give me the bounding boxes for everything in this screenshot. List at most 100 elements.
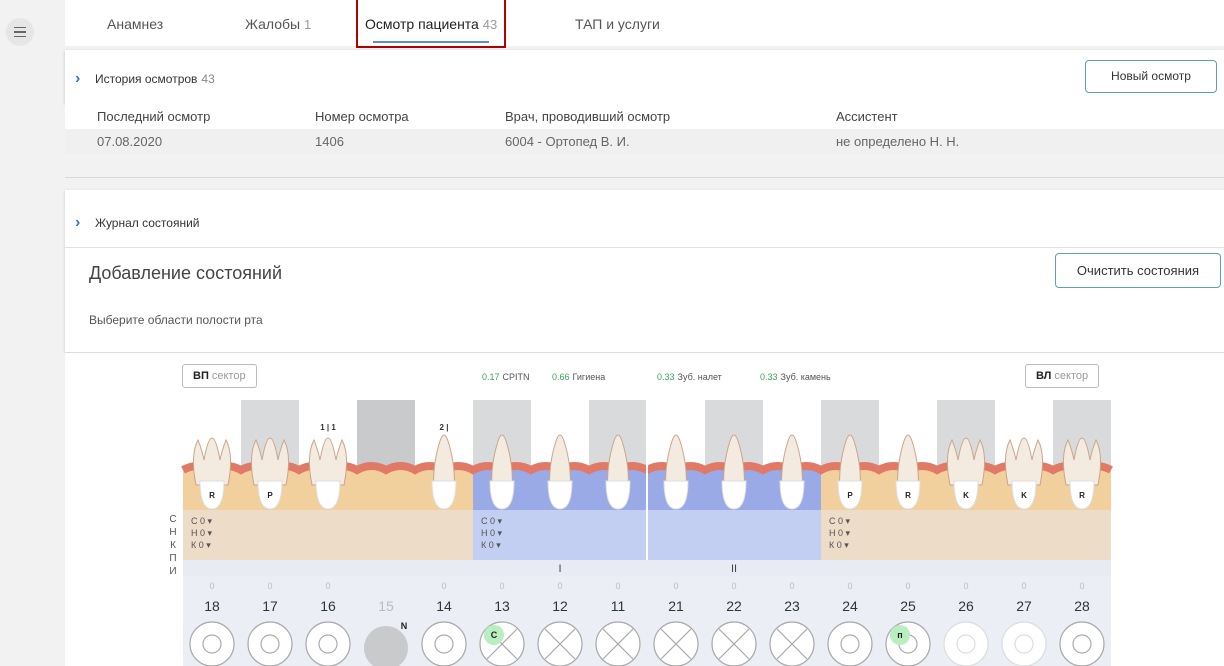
tooth-column-bg xyxy=(241,400,299,470)
status-strip xyxy=(937,510,995,560)
tooth-surface-line xyxy=(660,628,692,660)
exam-history-toggle[interactable]: › История осмотров 43 xyxy=(75,70,215,88)
status-strip xyxy=(589,510,647,560)
tooth-surface-inner xyxy=(956,634,976,654)
tooth-number: 24 xyxy=(842,598,858,614)
tooth-crown-shape xyxy=(1069,480,1095,510)
tab-complaints[interactable]: Жалобы 1 xyxy=(245,0,311,46)
tooth-surface-inner xyxy=(260,634,280,654)
tooth-index: 0 xyxy=(1021,581,1026,591)
tooth-crown-shape xyxy=(605,480,631,510)
tooth-root-shape xyxy=(665,434,687,492)
bone-strip xyxy=(473,470,531,510)
status-select: С 0 ▾ xyxy=(191,516,213,526)
tooth-surface-circle xyxy=(305,621,351,666)
metric-value: 0.33 xyxy=(760,372,778,382)
tooth-root-shape xyxy=(897,434,919,492)
upper-mark: 2 | xyxy=(440,423,449,432)
bone-strip xyxy=(589,470,647,510)
tooth-surface-line xyxy=(544,628,576,660)
root-label: P xyxy=(847,491,853,500)
status-strip xyxy=(705,510,763,560)
upper-left-sector-button[interactable]: ВЛ сектор xyxy=(1025,364,1100,388)
upper-right-sector-button[interactable]: ВП сектор xyxy=(182,364,257,388)
table-row[interactable]: 07.08.2020 1406 6004 - Ортопед В. И. не … xyxy=(65,129,1224,154)
upper-mark: 1 | 1 xyxy=(320,423,336,432)
tab-tap-services[interactable]: ТАП и услуги xyxy=(575,0,660,46)
teeth-diagram: I IIС 0 ▾Н 0 ▾К 0 ▾С 0 ▾Н 0 ▾К 0 ▾С 0 ▾Н … xyxy=(181,400,1113,666)
root-label: K xyxy=(1021,491,1027,500)
bone-strip xyxy=(299,470,357,510)
root-label: R xyxy=(905,491,911,500)
bone-strip xyxy=(763,470,821,510)
quadrant-label: II xyxy=(731,563,737,575)
new-exam-button[interactable]: Новый осмотр xyxy=(1085,60,1217,93)
status-strip xyxy=(241,510,299,560)
tooth-crown-shape xyxy=(663,480,689,510)
tooth-mark-bg xyxy=(484,625,504,645)
exam-history-title: История осмотров xyxy=(95,72,198,86)
status-strip xyxy=(357,510,415,560)
tooth-crown-shape xyxy=(489,480,515,510)
column-header: Номер осмотра xyxy=(315,109,409,124)
tooth-root-shape xyxy=(946,437,986,486)
table-cell: не определено Н. Н. xyxy=(836,134,960,149)
root-label: P xyxy=(267,491,273,500)
column-header: Врач, проводивший осмотр xyxy=(505,109,671,124)
status-strip xyxy=(995,510,1053,560)
tab-label: Жалобы xyxy=(245,16,301,32)
tooth-root-shape xyxy=(433,434,455,492)
bone-strip xyxy=(879,470,937,510)
tooth-column-bg xyxy=(937,400,995,470)
divider xyxy=(65,177,1224,178)
tooth-root-shape xyxy=(839,434,861,492)
metric-calculus: 0.33 Зуб. камень xyxy=(760,372,831,382)
tooth-mark: C xyxy=(491,630,498,640)
tooth-index: 0 xyxy=(325,581,330,591)
tooth-root-shape xyxy=(308,437,348,486)
tooth-row-bg xyxy=(183,576,1111,666)
tooth-surface-circle xyxy=(247,621,293,666)
status-select: К 0 ▾ xyxy=(829,540,849,550)
metric-value: 0.17 xyxy=(482,372,500,382)
bone-strip xyxy=(183,470,241,510)
tooth-index: 0 xyxy=(789,581,794,591)
tab-patient-exam[interactable]: Осмотр пациента 43 xyxy=(356,0,507,48)
row-letter: П xyxy=(169,553,177,564)
hamburger-menu-button[interactable] xyxy=(6,18,34,46)
tooth-index: 0 xyxy=(615,581,620,591)
status-strip xyxy=(1053,510,1111,560)
tooth-number: 17 xyxy=(262,598,278,614)
tooth-surface-line xyxy=(776,628,808,660)
table-cell: 07.08.2020 xyxy=(97,134,163,149)
tooth-number: 25 xyxy=(900,598,916,614)
dental-chart: ВП сектор ВЛ сектор 0.17 CPITN 0.66 Гигиена … xyxy=(65,352,1224,666)
tooth-surface-line xyxy=(602,628,634,660)
table-cell: 1406 xyxy=(315,134,344,149)
tooth-surface-inner xyxy=(898,634,918,654)
tooth-surface-circle xyxy=(885,621,931,666)
status-select: К 0 ▾ xyxy=(481,540,501,550)
tooth-surface-line xyxy=(660,628,692,660)
active-tab-underline xyxy=(373,41,490,43)
tooth-surface-inner xyxy=(1014,634,1034,654)
tooth-root-shape xyxy=(1004,437,1044,486)
tooth-column-bg xyxy=(821,400,879,470)
status-select: С 0 ▾ xyxy=(829,516,851,526)
chevron-right-icon: › xyxy=(75,70,81,87)
missing-tooth-circle xyxy=(364,626,408,666)
sector-code: ВЛ xyxy=(1036,370,1052,382)
tooth-surface-line xyxy=(486,628,518,660)
metric-label: Зуб. камень xyxy=(780,372,831,382)
clear-states-button[interactable]: Очистить состояния xyxy=(1055,253,1221,288)
tab-anamnesis[interactable]: Анамнез xyxy=(107,0,163,46)
tooth-index: 0 xyxy=(267,581,272,591)
row-letters: С Н К П И xyxy=(167,513,179,578)
column-header: Последний осмотр xyxy=(97,109,211,124)
tooth-index: 0 xyxy=(673,581,678,591)
state-journal-toggle[interactable]: › Журнал состояний xyxy=(75,214,200,232)
status-strip xyxy=(821,510,879,560)
tooth-surface-circle xyxy=(1001,621,1047,666)
tab-count: 1 xyxy=(303,17,312,32)
status-select: К 0 ▾ xyxy=(191,540,211,550)
